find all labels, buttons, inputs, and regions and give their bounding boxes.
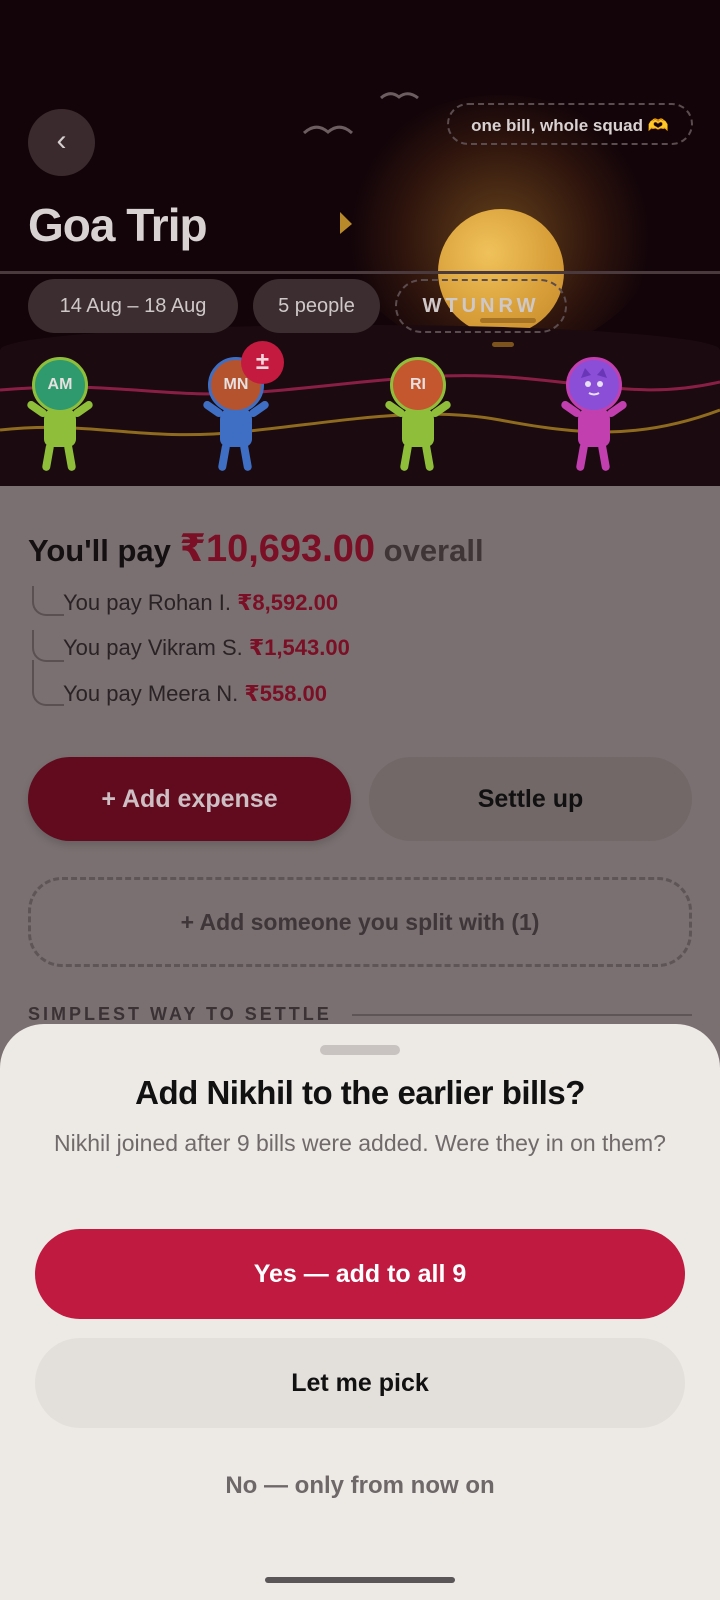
back-button[interactable]: ‹ bbox=[28, 109, 95, 176]
total-owed-heading: You'll pay ₹10,693.00 overall bbox=[28, 526, 484, 571]
home-indicator[interactable] bbox=[265, 1577, 455, 1583]
sheet-subtitle: Nikhil joined after 9 bills were added. … bbox=[54, 1130, 666, 1156]
add-to-all-button[interactable]: Yes — add to all 9 bbox=[35, 1229, 685, 1319]
body bbox=[44, 407, 76, 447]
leg bbox=[41, 442, 55, 472]
member-avatar-am[interactable]: AM bbox=[22, 357, 102, 477]
leg bbox=[63, 442, 77, 472]
debt-line[interactable]: You pay Meera N. ₹558.00 bbox=[63, 681, 327, 707]
debt-amount: ₹558.00 bbox=[244, 681, 328, 706]
tree-connector bbox=[32, 630, 64, 662]
settle-section-heading: SIMPLEST WAY TO SETTLE bbox=[28, 1004, 332, 1024]
only-from-now-button[interactable]: No — only from now on bbox=[35, 1466, 685, 1506]
leg bbox=[239, 442, 253, 472]
debt-amount: ₹8,592.00 bbox=[237, 590, 339, 615]
let-me-pick-button[interactable]: Let me pick bbox=[35, 1338, 685, 1428]
add-member-button[interactable]: + Add someone you split with (1) bbox=[28, 877, 692, 967]
leg bbox=[575, 442, 589, 472]
cat-face-icon bbox=[566, 357, 622, 413]
tagline-badge: one bill, whole squad 🫶 bbox=[447, 103, 693, 145]
flag-icon bbox=[340, 212, 352, 234]
bird-icon bbox=[380, 92, 419, 100]
sheet-drag-handle[interactable] bbox=[320, 1045, 400, 1055]
leg bbox=[217, 442, 231, 472]
debt-line[interactable]: You pay Vikram S. ₹1,543.00 bbox=[63, 635, 350, 661]
tree-connector bbox=[32, 660, 64, 706]
debt-label: You pay Meera N. bbox=[63, 681, 239, 706]
member-avatar-cat[interactable] bbox=[556, 357, 636, 477]
settle-badge-icon: ± bbox=[241, 341, 284, 384]
invite-code-chip[interactable]: WTUNRW bbox=[395, 279, 567, 333]
debt-amount: ₹1,543.00 bbox=[248, 635, 350, 660]
sheet-title: Add Nikhil to the earlier bills? bbox=[135, 1074, 585, 1111]
owed-total-amount: ₹10,693.00 bbox=[179, 528, 376, 570]
trip-header: ‹ one bill, whole squad 🫶 Goa Trip 14 Au… bbox=[0, 0, 720, 486]
avatar-initials: RI bbox=[390, 357, 446, 413]
bird-icon bbox=[302, 125, 354, 135]
body bbox=[220, 407, 252, 447]
member-avatar-ri[interactable]: RI bbox=[380, 357, 460, 477]
leg bbox=[421, 442, 435, 472]
debt-label: You pay Vikram S. bbox=[63, 635, 243, 660]
add-expense-button[interactable]: + Add expense bbox=[28, 757, 351, 841]
people-count-chip[interactable]: 5 people bbox=[253, 279, 380, 333]
date-range-chip[interactable]: 14 Aug – 18 Aug bbox=[28, 279, 238, 333]
debt-label: You pay Rohan I. bbox=[63, 590, 231, 615]
tree-connector bbox=[32, 586, 64, 616]
section-divider bbox=[352, 1014, 692, 1016]
owed-suffix: overall bbox=[383, 533, 484, 568]
body bbox=[402, 407, 434, 447]
trip-title: Goa Trip bbox=[28, 199, 208, 251]
leg bbox=[399, 442, 413, 472]
settle-up-button[interactable]: Settle up bbox=[369, 757, 692, 841]
leg bbox=[597, 442, 611, 472]
owed-prefix: You'll pay bbox=[28, 533, 171, 568]
avatar-initials: AM bbox=[32, 357, 88, 413]
debt-line[interactable]: You pay Rohan I. ₹8,592.00 bbox=[63, 590, 338, 616]
chevron-left-icon: ‹ bbox=[56, 124, 67, 157]
